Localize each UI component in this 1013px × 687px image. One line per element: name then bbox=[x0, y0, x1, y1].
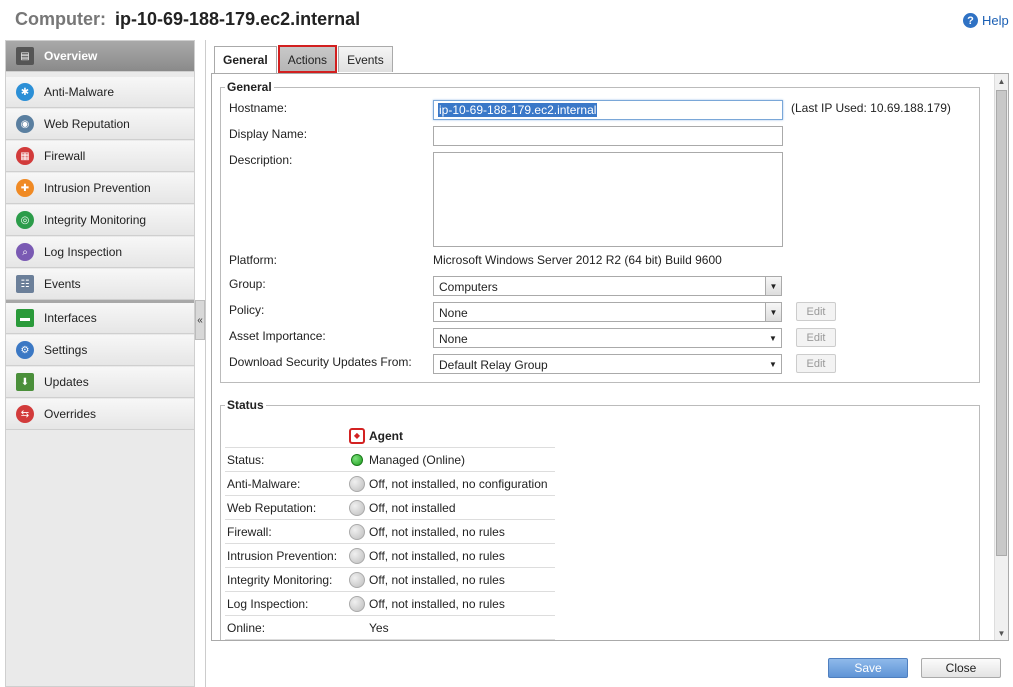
group-select-value: Computers bbox=[439, 280, 498, 294]
help-link[interactable]: ? Help bbox=[963, 13, 1009, 28]
chevron-down-icon: ▼ bbox=[769, 359, 777, 369]
table-row: Log Inspection: Off, not installed, no r… bbox=[225, 592, 555, 616]
asset-importance-label: Asset Importance: bbox=[229, 329, 326, 343]
sidebar-item-settings[interactable]: ⚙ Settings bbox=[6, 335, 194, 366]
platform-label: Platform: bbox=[229, 253, 278, 267]
chevron-down-icon: ▼ bbox=[769, 333, 777, 343]
tab-actions[interactable]: Actions bbox=[277, 45, 338, 73]
policy-select-value: None bbox=[439, 306, 468, 320]
description-label: Description: bbox=[229, 153, 293, 167]
web-reputation-status-icon bbox=[349, 499, 365, 516]
hostname-label: Hostname: bbox=[229, 101, 288, 115]
table-row: Online: Yes bbox=[225, 616, 555, 640]
sidebar: ▤ Overview ✱ Anti-Malware ◉ Web Reputati… bbox=[5, 40, 195, 687]
sidebar-item-overrides[interactable]: ⇆ Overrides bbox=[6, 399, 194, 430]
log-inspection-icon: ⌕ bbox=[16, 243, 34, 261]
tab-bar: General Actions Events bbox=[214, 45, 393, 73]
description-textarea[interactable] bbox=[433, 152, 783, 247]
asset-importance-select[interactable]: None ▼ bbox=[433, 328, 782, 348]
save-button[interactable]: Save bbox=[828, 658, 908, 678]
intrusion-prevention-status-icon bbox=[349, 547, 365, 564]
sidebar-item-events[interactable]: ☷ Events bbox=[6, 269, 194, 300]
anti-malware-icon: ✱ bbox=[16, 83, 34, 101]
table-row: Integrity Monitoring: Off, not installed… bbox=[225, 568, 555, 592]
sidebar-item-integrity-monitoring[interactable]: ◎ Integrity Monitoring bbox=[6, 205, 194, 236]
anti-malware-status-icon bbox=[349, 475, 365, 492]
interfaces-icon: ▬ bbox=[16, 309, 34, 327]
sidebar-item-interfaces[interactable]: ▬ Interfaces bbox=[6, 303, 194, 334]
firewall-status-icon bbox=[349, 523, 365, 540]
sidebar-item-web-reputation[interactable]: ◉ Web Reputation bbox=[6, 109, 194, 140]
sidebar-item-log-inspection[interactable]: ⌕ Log Inspection bbox=[6, 237, 194, 268]
close-button[interactable]: Close bbox=[921, 658, 1001, 678]
policy-label: Policy: bbox=[229, 303, 265, 317]
sidebar-item-firewall[interactable]: ▦ Firewall bbox=[6, 141, 194, 172]
help-icon: ? bbox=[963, 13, 978, 28]
chevron-down-icon: ▼ bbox=[765, 303, 781, 321]
table-row: Firewall: Off, not installed, no rules bbox=[225, 520, 555, 544]
agent-icon: ◆ bbox=[349, 427, 365, 444]
scroll-up-icon[interactable]: ▲ bbox=[995, 74, 1008, 88]
web-reputation-icon: ◉ bbox=[16, 115, 34, 133]
sidebar-item-updates[interactable]: ⬇ Updates bbox=[6, 367, 194, 398]
policy-select[interactable]: None ▼ bbox=[433, 302, 782, 322]
group-label: Group: bbox=[229, 277, 266, 291]
integrity-monitoring-icon: ◎ bbox=[16, 211, 34, 229]
general-legend: General bbox=[227, 80, 272, 94]
tab-panel: General Hostname: ip-10-69-188-179.ec2.i… bbox=[211, 73, 1009, 641]
sidebar-collapse-handle[interactable]: « bbox=[195, 300, 205, 340]
firewall-icon: ▦ bbox=[16, 147, 34, 165]
status-section: Status ◆ Agent Status: Managed (Online) … bbox=[220, 398, 980, 640]
status-header-row: ◆ Agent bbox=[225, 424, 555, 448]
display-name-label: Display Name: bbox=[229, 127, 308, 141]
log-inspection-status-icon bbox=[349, 595, 365, 612]
policy-edit-button[interactable]: Edit bbox=[796, 302, 836, 321]
overview-icon: ▤ bbox=[16, 47, 34, 65]
chevron-down-icon: ▼ bbox=[765, 277, 781, 295]
scroll-down-icon[interactable]: ▼ bbox=[995, 626, 1008, 640]
asset-importance-value: None bbox=[439, 332, 468, 346]
help-label: Help bbox=[982, 13, 1009, 28]
tab-general[interactable]: General bbox=[214, 46, 277, 73]
last-ip-text: (Last IP Used: 10.69.188.179) bbox=[791, 101, 951, 115]
hostname-input[interactable]: ip-10-69-188-179.ec2.internal bbox=[433, 100, 783, 120]
integrity-monitoring-status-icon bbox=[349, 571, 365, 588]
main-content: General Actions Events General Hostname:… bbox=[205, 40, 1013, 687]
download-updates-value: Default Relay Group bbox=[439, 358, 548, 372]
download-updates-select[interactable]: Default Relay Group ▼ bbox=[433, 354, 782, 374]
tab-events[interactable]: Events bbox=[338, 46, 393, 72]
overrides-icon: ⇆ bbox=[16, 405, 34, 423]
page-title-prefix: Computer: bbox=[15, 9, 106, 29]
intrusion-prevention-icon: ✚ bbox=[16, 179, 34, 197]
events-icon: ☷ bbox=[16, 275, 34, 293]
title-bar: Computer: ip-10-69-188-179.ec2.internal … bbox=[0, 0, 1013, 40]
hostname-input-value: ip-10-69-188-179.ec2.internal bbox=[438, 103, 598, 117]
scrollbar-thumb[interactable] bbox=[996, 90, 1007, 556]
table-row: Anti-Malware: Off, not installed, no con… bbox=[225, 472, 555, 496]
panel-scrollbar[interactable]: ▲ ▼ bbox=[994, 74, 1008, 640]
status-table: ◆ Agent Status: Managed (Online) Anti-Ma… bbox=[225, 424, 555, 640]
group-select[interactable]: Computers ▼ bbox=[433, 276, 782, 296]
online-status-icon bbox=[351, 453, 363, 466]
sidebar-item-overview[interactable]: ▤ Overview bbox=[6, 41, 194, 72]
updates-icon: ⬇ bbox=[16, 373, 34, 391]
display-name-input[interactable] bbox=[433, 126, 783, 146]
sidebar-item-intrusion-prevention[interactable]: ✚ Intrusion Prevention bbox=[6, 173, 194, 204]
page-title: ip-10-69-188-179.ec2.internal bbox=[115, 9, 361, 29]
asset-importance-edit-button[interactable]: Edit bbox=[796, 328, 836, 347]
agent-header: Agent bbox=[369, 428, 403, 443]
table-row: Web Reputation: Off, not installed bbox=[225, 496, 555, 520]
download-updates-label: Download Security Updates From: bbox=[229, 355, 412, 369]
table-row: Status: Managed (Online) bbox=[225, 448, 555, 472]
download-updates-edit-button[interactable]: Edit bbox=[796, 354, 836, 373]
status-legend: Status bbox=[227, 398, 264, 412]
platform-value: Microsoft Windows Server 2012 R2 (64 bit… bbox=[433, 253, 722, 267]
sidebar-item-anti-malware[interactable]: ✱ Anti-Malware bbox=[6, 77, 194, 108]
settings-icon: ⚙ bbox=[16, 341, 34, 359]
table-row: Intrusion Prevention: Off, not installed… bbox=[225, 544, 555, 568]
